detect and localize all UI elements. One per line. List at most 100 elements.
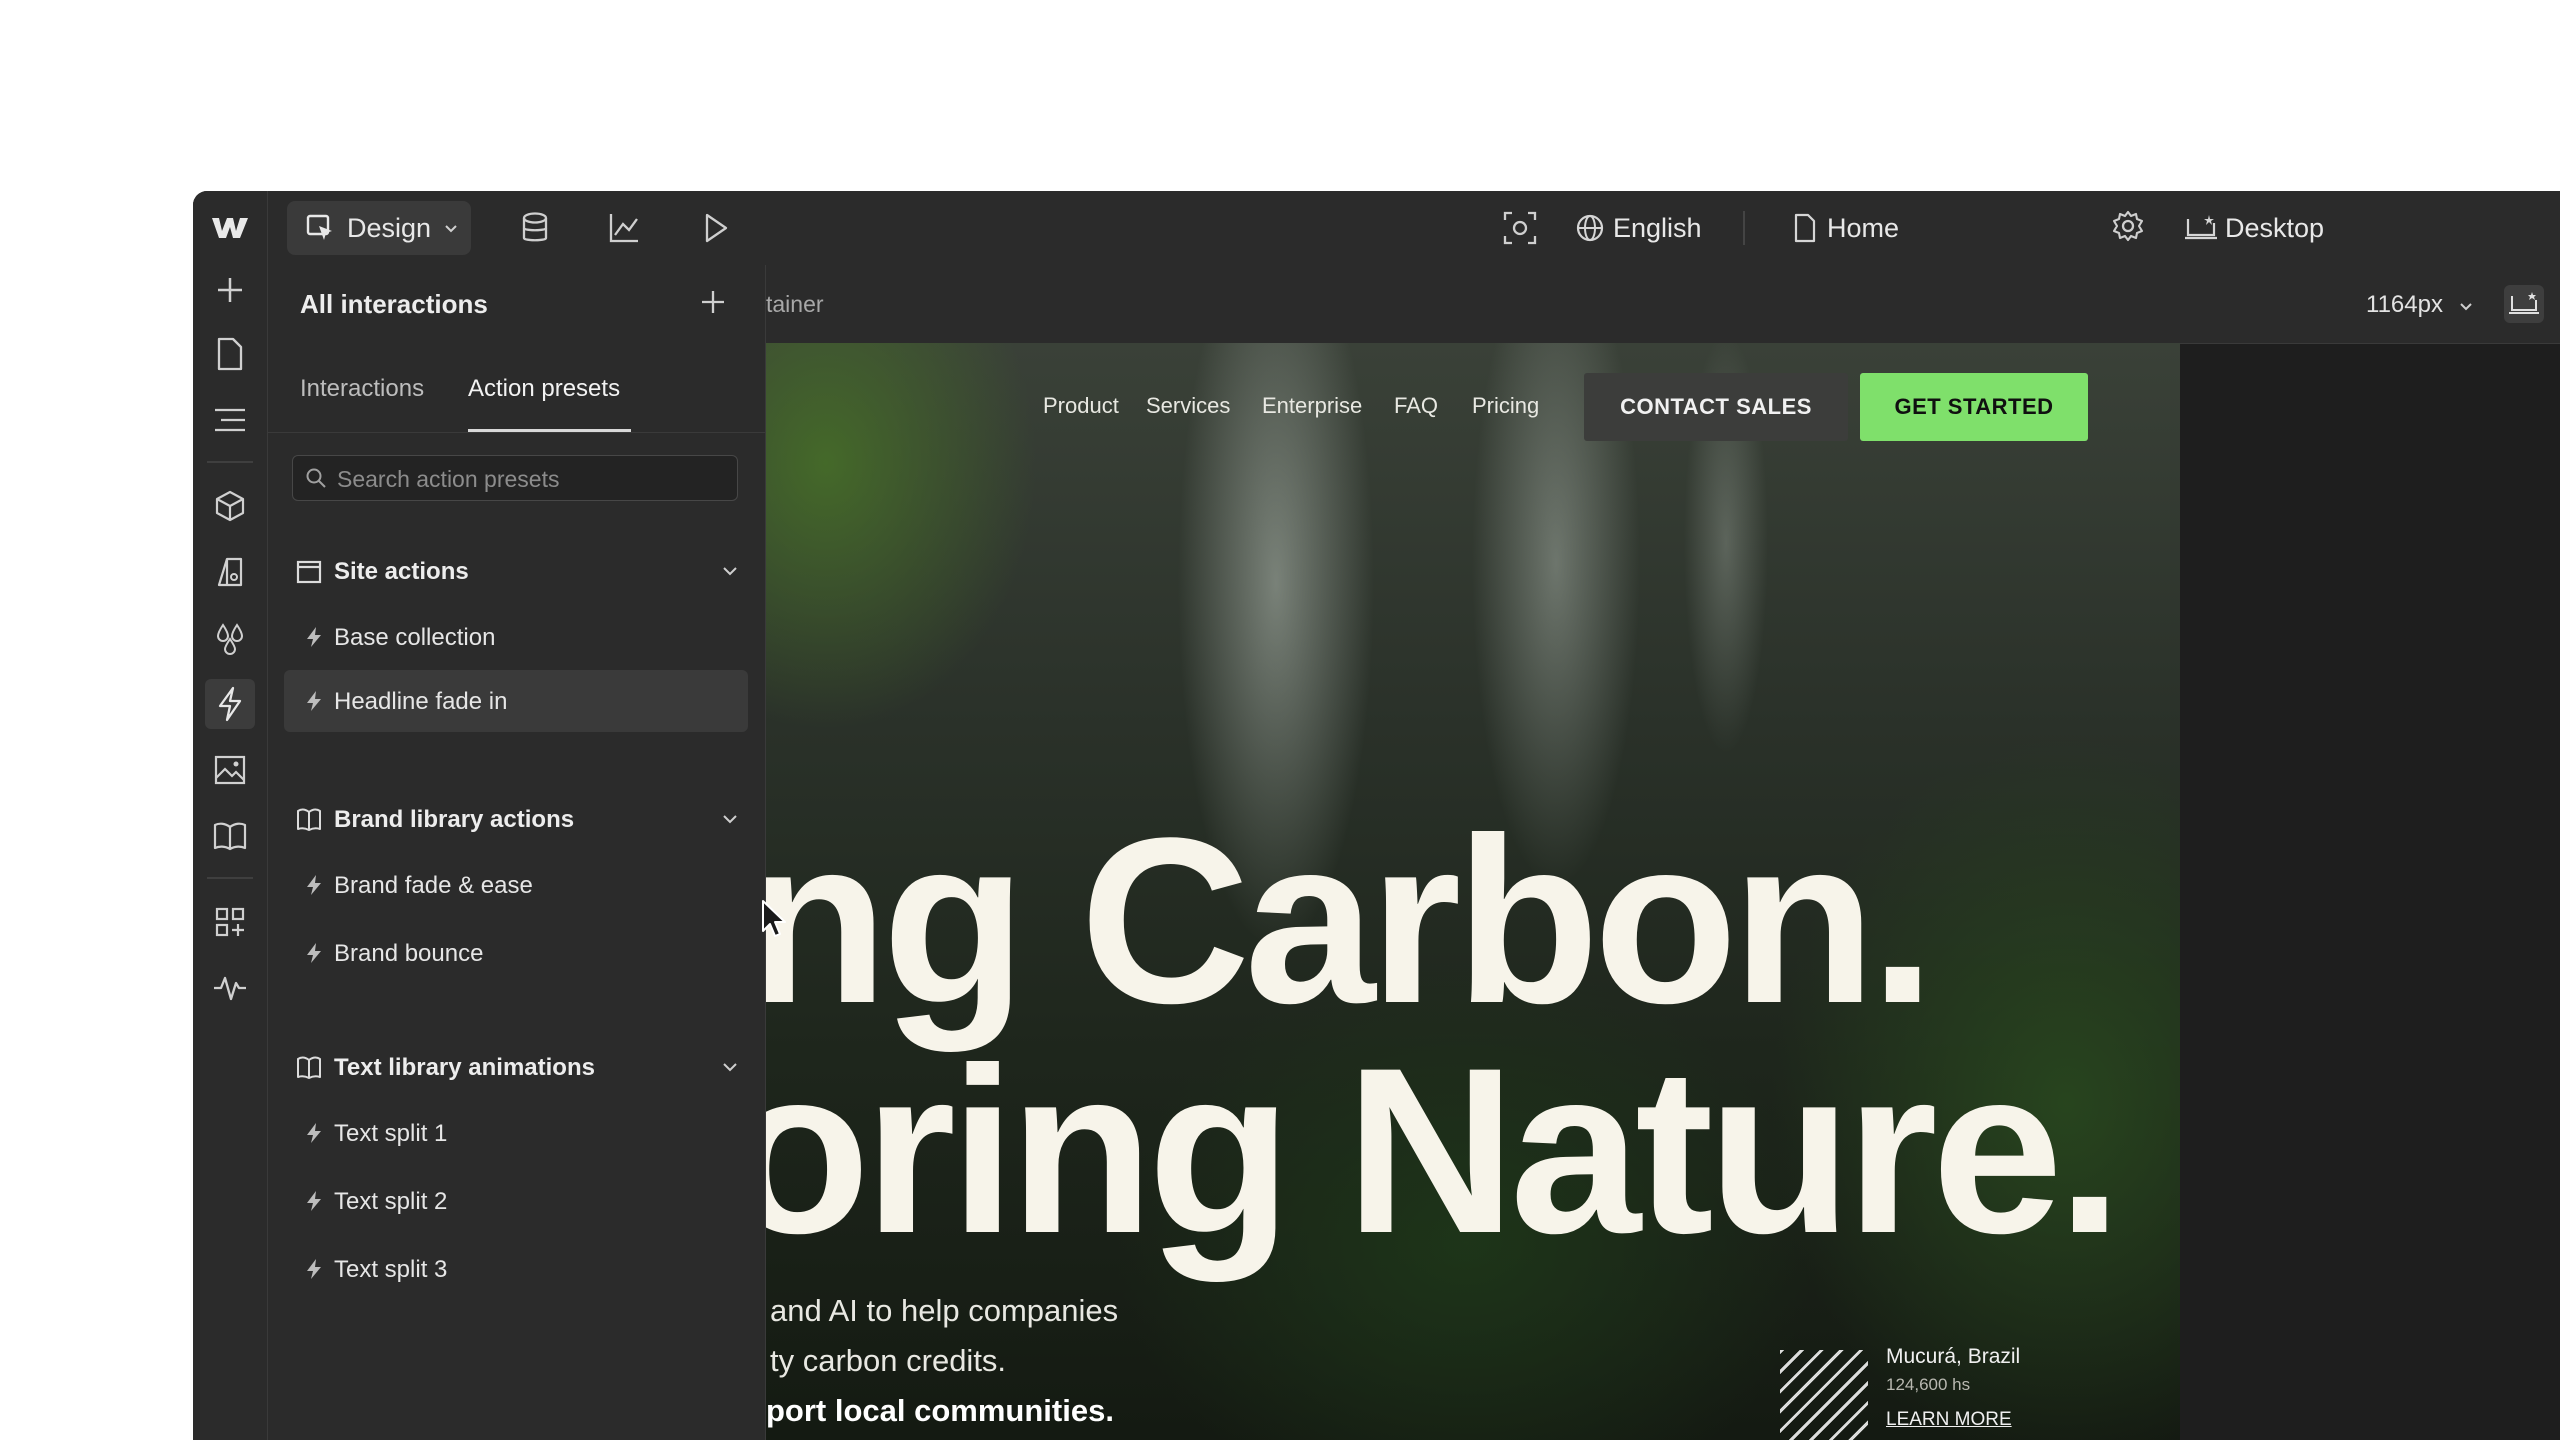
site-nav-faq[interactable]: FAQ	[1394, 393, 1438, 419]
canvas-width-value: 1164px	[2366, 291, 2443, 318]
section-brand-library-actions[interactable]: Brand library actions	[284, 793, 748, 845]
language-label: English	[1613, 212, 1702, 243]
preset-brand-fade-ease[interactable]: Brand fade & ease	[284, 854, 748, 916]
page-file-icon	[1791, 213, 1819, 243]
page-settings-gear-icon[interactable]	[2111, 209, 2149, 247]
chevron-down-icon	[2459, 302, 2472, 311]
top-bar: Design English Home Desktop	[193, 191, 2560, 266]
focus-screenshot-icon[interactable]	[1501, 209, 1539, 247]
lightning-icon	[304, 1258, 324, 1280]
preset-text-split-2[interactable]: Text split 2	[284, 1170, 748, 1232]
website-preview[interactable]: Product Services Enterprise FAQ Pricing …	[766, 343, 2180, 1440]
globe-icon	[1575, 213, 1605, 243]
preset-base-collection[interactable]: Base collection	[284, 606, 748, 668]
libraries-book-icon[interactable]	[205, 811, 255, 861]
play-preview-icon[interactable]	[696, 209, 734, 247]
element-breadcrumb[interactable]: tainer	[766, 291, 824, 318]
hero-headline-line-1: ng Carbon.	[766, 789, 1935, 1053]
design-mode-button[interactable]: Design	[287, 201, 471, 255]
preset-label: Text split 2	[334, 1188, 448, 1215]
search-icon	[305, 467, 327, 489]
lightning-icon	[304, 874, 324, 896]
lightning-icon	[304, 626, 324, 648]
preset-label: Brand bounce	[334, 940, 484, 967]
rail-divider	[207, 877, 253, 879]
style-selectors-icon[interactable]	[205, 547, 255, 597]
lightning-icon	[304, 1190, 324, 1212]
audits-pulse-icon[interactable]	[205, 963, 255, 1013]
chevron-down-icon	[441, 218, 461, 238]
apps-grid-plus-icon[interactable]	[205, 897, 255, 947]
canvas-width-selector[interactable]: 1164px	[2366, 291, 2474, 319]
breakpoint-label: Desktop	[2225, 212, 2325, 243]
book-icon	[296, 807, 322, 833]
lightning-icon	[304, 1122, 324, 1144]
desktop-breakpoint-icon	[2183, 213, 2219, 243]
mouse-pointer-icon	[761, 899, 789, 939]
panel-title: All interactions	[300, 289, 488, 319]
database-icon[interactable]	[516, 209, 554, 247]
components-cube-icon[interactable]	[205, 481, 255, 531]
learn-more-link[interactable]: LEARN MORE	[1886, 1409, 2012, 1431]
chevron-down-icon[interactable]	[720, 809, 740, 829]
preset-label: Brand fade & ease	[334, 872, 533, 899]
preset-label: Base collection	[334, 624, 496, 651]
section-text-library-animations[interactable]: Text library animations	[284, 1041, 748, 1093]
site-nav-services[interactable]: Services	[1146, 393, 1230, 419]
book-icon	[296, 1055, 322, 1081]
preset-label: Headline fade in	[334, 688, 508, 715]
hero-subtext-line-1: and AI to help companies	[770, 1293, 1119, 1328]
location-name: Mucurá, Brazil	[1886, 1345, 2021, 1368]
canvas-toolbar: tainer 1164px	[766, 265, 2560, 344]
design-mode-label: Design	[347, 212, 432, 243]
site-nav-enterprise[interactable]: Enterprise	[1262, 393, 1362, 419]
rail-divider	[207, 461, 253, 463]
tab-interactions[interactable]: Interactions	[300, 375, 424, 403]
tab-action-presets[interactable]: Action presets	[468, 375, 620, 403]
chevron-down-icon[interactable]	[720, 1057, 740, 1077]
section-label: Site actions	[334, 558, 469, 585]
site-nav-product[interactable]: Product	[1043, 393, 1119, 419]
hero-subtext-line-2: ty carbon credits.	[770, 1343, 1007, 1378]
webflow-app: Design English Home Desktop All interact…	[193, 191, 2560, 1440]
contact-sales-button[interactable]: CONTACT SALES	[1584, 373, 1848, 441]
location-stripes-graphic	[1780, 1350, 1868, 1440]
location-area: 124,600 hs	[1886, 1375, 1971, 1394]
design-canvas: tainer 1164px Product Services Enterpris…	[766, 265, 2560, 1440]
hero-subtext-line-3: port local communities.	[766, 1393, 1114, 1428]
preset-brand-bounce[interactable]: Brand bounce	[284, 922, 748, 984]
add-elements-plus-icon[interactable]	[205, 265, 255, 315]
interactions-lightning-icon[interactable]	[205, 679, 255, 729]
preset-label: Text split 3	[334, 1256, 448, 1283]
preset-headline-fade-in[interactable]: Headline fade in	[284, 670, 748, 732]
chevron-down-icon[interactable]	[720, 561, 740, 581]
desktop-device-icon[interactable]	[2504, 285, 2544, 323]
hero-headline-line-2: oring Nature.	[766, 1019, 2123, 1283]
page-label: Home	[1827, 212, 1900, 243]
preset-text-split-3[interactable]: Text split 3	[284, 1238, 748, 1300]
webflow-logo[interactable]	[193, 191, 268, 265]
lightning-icon	[304, 690, 324, 712]
navigator-icon[interactable]	[205, 395, 255, 445]
preset-label: Text split 1	[334, 1120, 448, 1147]
analytics-chart-icon[interactable]	[605, 209, 643, 247]
pages-icon[interactable]	[205, 329, 255, 379]
panel-divider	[268, 432, 765, 433]
section-site-actions[interactable]: Site actions	[284, 545, 748, 597]
section-label: Text library animations	[334, 1054, 595, 1081]
site-nav-pricing[interactable]: Pricing	[1472, 393, 1539, 419]
lightning-icon	[304, 942, 324, 964]
assets-image-icon[interactable]	[205, 745, 255, 795]
topbar-divider	[1743, 211, 1745, 245]
preset-text-split-1[interactable]: Text split 1	[284, 1102, 748, 1164]
page-selector[interactable]: Home	[1791, 201, 1899, 255]
search-input[interactable]	[335, 456, 729, 502]
left-toolbar	[193, 265, 268, 1440]
get-started-button[interactable]: GET STARTED	[1860, 373, 2088, 441]
section-label: Brand library actions	[334, 806, 575, 833]
breakpoint-selector[interactable]: Desktop	[2183, 201, 2324, 255]
add-interaction-plus-icon[interactable]	[698, 287, 732, 321]
variables-drops-icon[interactable]	[205, 613, 255, 663]
language-selector[interactable]: English	[1575, 201, 1702, 255]
search-action-presets-field[interactable]	[292, 455, 738, 502]
